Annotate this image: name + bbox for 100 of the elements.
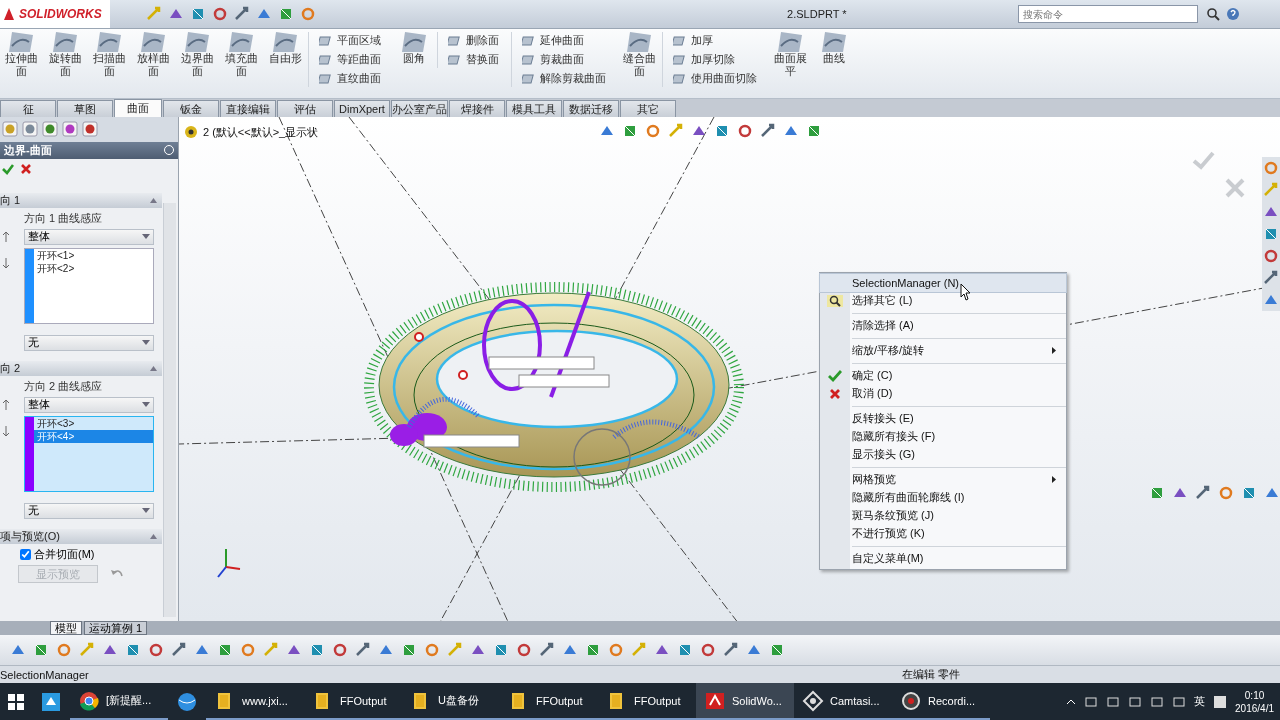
tray-icon[interactable] [1172,694,1187,709]
menu-item[interactable]: 隐藏所有接头 (F) [820,427,1066,446]
ribbon-button[interactable]: 扫描曲面 [88,32,130,78]
taskbar-button[interactable]: Camtasi... [794,683,892,720]
tool-icon[interactable] [171,642,187,658]
tool-icon[interactable] [1218,484,1234,501]
tool-icon[interactable] [56,642,72,658]
check-icon[interactable] [1192,151,1215,170]
tray-icon[interactable] [1150,694,1165,709]
taskbar-button[interactable]: FFOutput [500,683,598,720]
taskbar-button[interactable]: www.jxi... [206,683,304,720]
menu-item[interactable]: 显示接头 (G) [820,445,1066,464]
notification-icon[interactable] [1213,694,1228,709]
command-tab[interactable]: 草图 [57,99,113,117]
tool-icon[interactable] [700,642,716,658]
tool-icon[interactable] [309,642,325,658]
tangency-dropdown[interactable]: 无 [24,502,154,519]
ribbon-button[interactable]: 边界曲面 [176,32,218,78]
menu-item[interactable]: 反转接头 (E) [820,409,1066,428]
menu-item[interactable]: 隐藏所有曲面轮廓线 (I) [820,488,1066,507]
tool-icon[interactable] [760,122,776,139]
up-arrow-icon[interactable] [2,398,10,411]
chevron-icon[interactable] [1066,698,1077,705]
taskbar-button[interactable]: SolidWo... [696,683,794,720]
command-tab[interactable]: 其它 [620,99,676,117]
tool-icon[interactable] [240,642,256,658]
list-item[interactable]: 开环<3> [34,416,153,430]
panel-tab-icon[interactable] [22,120,38,137]
tool-icon[interactable] [125,642,141,658]
ribbon-button[interactable]: 放样曲面 [132,32,174,78]
tool-icon[interactable] [769,642,785,658]
taskbar-button[interactable]: U盘备份 [402,683,500,720]
collapse-icon[interactable] [149,364,158,372]
section-header[interactable]: 向 2 [0,360,21,376]
tray-icon[interactable] [1128,694,1143,709]
tray-icon[interactable] [1106,694,1121,709]
tool-icon[interactable] [211,6,228,22]
ribbon-button[interactable]: 剪裁曲面 [522,51,606,68]
tool-icon[interactable] [233,6,250,22]
ribbon-button[interactable]: 直纹曲面 [319,70,381,87]
search-field[interactable]: 搜索命令 [1018,5,1198,23]
menu-item[interactable]: 清除选择 (A) [820,316,1066,335]
selection-list[interactable]: 开环<3> 开环<4> [24,415,154,492]
help-icon[interactable] [1226,7,1240,21]
command-tab[interactable]: DimXpert [334,99,390,117]
list-item[interactable]: 开环<2> [34,261,153,275]
ribbon-button[interactable]: 加厚切除 [673,51,757,68]
taskbar-button[interactable]: Recordi... [892,683,990,720]
collapse-icon[interactable] [149,532,158,540]
menu-item[interactable]: 网格预览 [820,470,1066,489]
list-item[interactable]: 开环<1> [34,248,153,262]
tool-icon[interactable] [401,642,417,658]
panel-tab-icon[interactable] [42,120,58,137]
ribbon-button[interactable]: 曲面展平 [769,32,811,78]
ribbon-button[interactable]: 解除剪裁曲面 [522,70,606,87]
down-arrow-icon[interactable] [2,256,10,269]
ribbon-button[interactable]: 替换面 [448,51,499,68]
menu-item[interactable]: 缩放/平移/旋转 [820,341,1066,360]
command-tab[interactable]: 数据迁移 [563,99,619,117]
command-tab[interactable]: 焊接件 [449,99,505,117]
menu-item[interactable]: 确定 (C) [820,366,1066,385]
tray-icon[interactable] [1084,694,1099,709]
command-tab[interactable]: 征 [0,99,56,117]
feature-tree-item[interactable]: 2 (默认<<默认>_显示状 [203,124,319,140]
ribbon-button[interactable]: 加厚 [673,32,757,49]
search-icon[interactable] [1206,7,1220,21]
ribbon-button[interactable]: 等距曲面 [319,51,381,68]
ribbon-button[interactable]: 缝合曲面 [618,32,660,78]
down-arrow-icon[interactable] [2,424,10,437]
command-tab[interactable]: 办公室产品 [391,99,448,117]
collapse-icon[interactable] [149,196,158,204]
tool-icon[interactable] [539,642,555,658]
command-tab[interactable]: 钣金 [163,99,219,117]
taskbar-button[interactable]: FFOutput [304,683,402,720]
menu-item[interactable]: 自定义菜单(M) [820,549,1066,568]
taskbar-button[interactable]: [新提醒... [70,683,168,720]
checkbox[interactable] [20,548,31,560]
command-tab[interactable]: 直接编辑 [220,99,276,117]
ribbon-button[interactable]: 旋转曲面 [44,32,86,78]
ribbon-button[interactable]: 延伸曲面 [522,32,606,49]
tool-icon[interactable] [608,642,624,658]
clock-time[interactable]: 0:10 [1244,688,1265,702]
clock-date[interactable]: 2016/4/1 [1235,701,1274,715]
list-item[interactable]: 开环<4> [34,429,153,443]
tangency-dropdown[interactable]: 无 [24,334,154,351]
tool-icon[interactable] [355,642,371,658]
tool-icon[interactable] [1195,484,1211,501]
ribbon-button[interactable]: 曲线 [813,32,855,65]
selection-list[interactable]: 开环<1> 开环<2> [24,247,154,324]
scrollbar[interactable] [163,202,176,617]
section-header[interactable]: 向 1 [0,192,21,208]
ok-icon[interactable] [2,162,14,175]
panel-tab-icon[interactable] [2,120,18,137]
command-tab[interactable]: 评估 [277,99,333,117]
menu-item[interactable]: SelectionManager (N) [820,273,1066,292]
ribbon-button[interactable]: 拉伸曲面 [0,32,42,78]
tool-icon[interactable] [148,642,164,658]
tool-icon[interactable] [1263,269,1279,286]
tool-icon[interactable] [424,642,440,658]
ribbon-button[interactable]: 填充曲面 [220,32,262,78]
